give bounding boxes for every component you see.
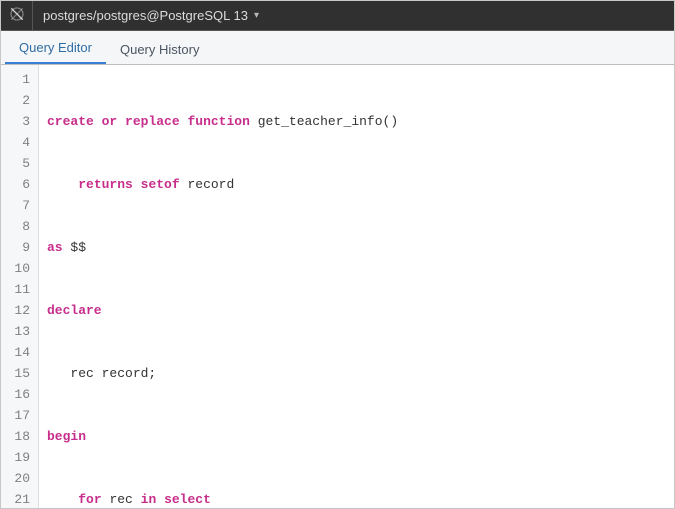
line-number: 6 xyxy=(1,174,30,195)
line-number: 20 xyxy=(1,468,30,489)
line-number: 17 xyxy=(1,405,30,426)
toolbar: postgres/postgres@PostgreSQL 13 ▾ xyxy=(1,1,674,31)
line-number: 8 xyxy=(1,216,30,237)
code-tag-icon xyxy=(9,6,25,25)
tab-query-editor[interactable]: Query Editor xyxy=(5,32,106,64)
line-number: 19 xyxy=(1,447,30,468)
line-number: 11 xyxy=(1,279,30,300)
chevron-down-icon: ▾ xyxy=(254,10,259,21)
connection-label: postgres/postgres@PostgreSQL 13 xyxy=(43,8,248,23)
line-number: 4 xyxy=(1,132,30,153)
line-number: 18 xyxy=(1,426,30,447)
line-number: 9 xyxy=(1,237,30,258)
tabstrip: Query Editor Query History xyxy=(1,31,674,65)
line-number: 2 xyxy=(1,90,30,111)
line-number: 16 xyxy=(1,384,30,405)
connection-dropdown[interactable]: postgres/postgres@PostgreSQL 13 ▾ xyxy=(33,1,269,30)
code-area[interactable]: create or replace function get_teacher_i… xyxy=(39,65,674,508)
line-number: 5 xyxy=(1,153,30,174)
line-number: 15 xyxy=(1,363,30,384)
code-editor[interactable]: 123456789101112131415161718192021 create… xyxy=(1,65,674,508)
line-number: 1 xyxy=(1,69,30,90)
line-number: 14 xyxy=(1,342,30,363)
query-tool-icon-button[interactable] xyxy=(1,1,33,30)
line-gutter: 123456789101112131415161718192021 xyxy=(1,65,39,508)
line-number: 21 xyxy=(1,489,30,509)
line-number: 12 xyxy=(1,300,30,321)
tab-query-history[interactable]: Query History xyxy=(106,34,213,64)
line-number: 3 xyxy=(1,111,30,132)
line-number: 10 xyxy=(1,258,30,279)
line-number: 7 xyxy=(1,195,30,216)
line-number: 13 xyxy=(1,321,30,342)
